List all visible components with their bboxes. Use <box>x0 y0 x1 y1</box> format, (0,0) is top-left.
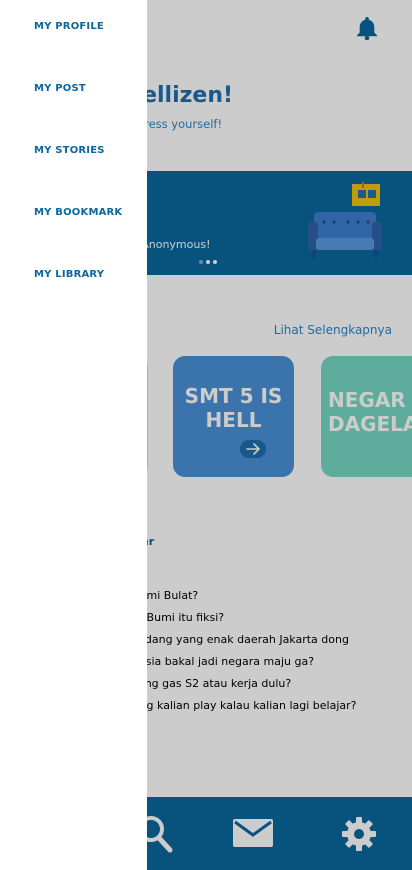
drawer-item-my-stories[interactable]: MY STORIES <box>34 145 105 156</box>
drawer-item-my-post[interactable]: MY POST <box>34 83 86 94</box>
drawer-item-my-profile[interactable]: MY PROFILE <box>34 21 104 32</box>
drawer-item-my-library[interactable]: MY LIBRARY <box>34 269 104 280</box>
drawer-item-my-bookmark[interactable]: MY BOOKMARK <box>34 207 122 218</box>
navigation-drawer: MY PROFILE MY POST MY STORIES MY BOOKMAR… <box>0 0 147 870</box>
